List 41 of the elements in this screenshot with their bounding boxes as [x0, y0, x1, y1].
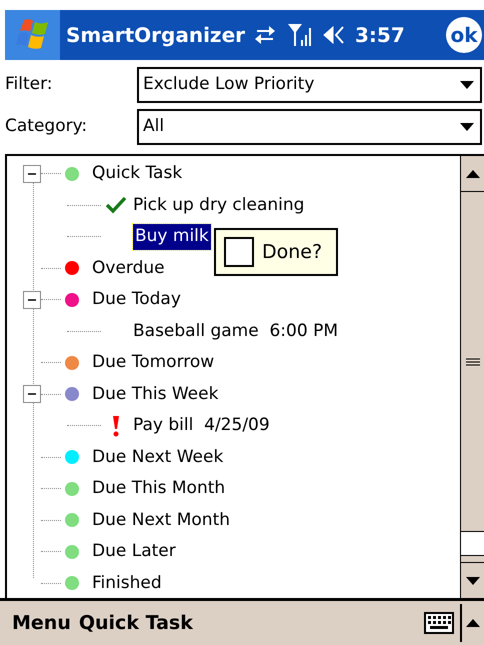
tree-item[interactable]: Due Next Week — [92, 444, 224, 470]
quick-task-softkey[interactable]: Quick Task — [78, 608, 201, 638]
field-label: Filter: — [5, 73, 54, 96]
tree-item[interactable]: Quick Task — [92, 161, 182, 186]
tree-item[interactable]: Due This Week — [92, 382, 218, 407]
clock-time[interactable]: 3:57 — [355, 20, 405, 50]
tree-item[interactable]: Due This Month — [92, 476, 226, 502]
tree-item[interactable]: Due Next Month — [92, 508, 230, 533]
input-menu-arrow-icon[interactable] — [466, 619, 480, 627]
keyboard-icon[interactable] — [424, 612, 454, 634]
collapse-toggle[interactable] — [23, 290, 41, 309]
scroll-up-arrow-icon[interactable] — [466, 170, 480, 178]
checkbox[interactable] — [224, 237, 254, 267]
field-label: Category: — [5, 115, 88, 138]
checkmark-icon — [105, 196, 127, 214]
scrollbar[interactable] — [460, 156, 484, 598]
tree-item[interactable]: Finished — [92, 570, 162, 596]
grip-icon — [466, 358, 480, 366]
dropdown-arrow-icon — [460, 81, 474, 89]
app-title: SmartOrganizer — [66, 22, 246, 49]
start-button[interactable] — [5, 10, 60, 60]
collapse-toggle[interactable] — [23, 164, 41, 183]
dropdown-field[interactable]: Exclude Low Priority — [137, 67, 482, 103]
scroll-down-arrow-icon[interactable] — [466, 576, 480, 584]
ok-button[interactable]: ok — [446, 17, 482, 53]
menu-softkey[interactable]: Menu — [12, 608, 79, 638]
collapse-toggle[interactable] — [23, 385, 41, 404]
checkbox-label: Done? — [262, 240, 322, 265]
dropdown-arrow-icon — [460, 123, 474, 131]
tree-item[interactable]: Due Today — [92, 287, 181, 312]
tree-item[interactable]: Baseball game 6:00 PM — [133, 318, 338, 344]
tree-item[interactable]: Pay bill 4/25/09 — [133, 413, 270, 438]
tree-item[interactable]: Overdue — [92, 256, 165, 281]
tree-item[interactable]: Buy milk — [133, 224, 211, 250]
dropdown-field[interactable]: All — [137, 109, 482, 145]
exclamation-icon — [112, 414, 120, 437]
signal-icon[interactable] — [287, 22, 314, 48]
tree-item[interactable]: Pick up dry cleaning — [133, 192, 304, 218]
sync-arrows-icon[interactable] — [253, 24, 278, 46]
tree-item[interactable]: Due Later — [92, 539, 176, 564]
tree-item[interactable]: Due Tomorrow — [92, 350, 214, 376]
